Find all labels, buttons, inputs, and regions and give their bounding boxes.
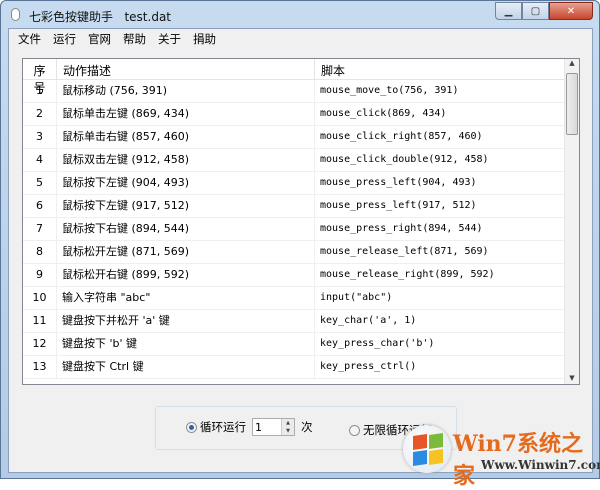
table-row[interactable]: 3 鼠标单击右键 (857, 460) mouse_click_right(857,… — [23, 125, 579, 149]
row-index: 5 — [23, 171, 57, 195]
row-index: 6 — [23, 194, 57, 218]
row-index: 7 — [23, 217, 57, 241]
row-description: 鼠标按下左键 (904, 493) — [57, 171, 315, 195]
loop-count-stepper[interactable]: ▲▼ — [252, 418, 295, 436]
scroll-thumb[interactable] — [566, 73, 578, 135]
table-row[interactable]: 5 鼠标按下左键 (904, 493) mouse_press_left(904, … — [23, 171, 579, 195]
minimize-button[interactable]: ▁ — [495, 2, 522, 20]
row-description: 鼠标单击右键 (857, 460) — [57, 125, 315, 149]
row-script: key_char('a', 1) — [315, 309, 566, 333]
row-description: 键盘按下 'b' 键 — [57, 332, 315, 356]
spin-up-icon[interactable]: ▲ — [282, 419, 294, 427]
menu-website[interactable]: 官网 — [82, 29, 117, 47]
row-description: 鼠标移动 (756, 391) — [57, 79, 315, 103]
table-header: 序号 动作描述 脚本 — [23, 59, 579, 95]
app-name: 七彩色按键助手 — [29, 10, 114, 24]
row-index: 3 — [23, 125, 57, 149]
row-description: 键盘按下 Ctrl 键 — [57, 355, 315, 379]
loop-label: 循环运行 — [200, 420, 246, 434]
row-script: key_press_char('b') — [315, 332, 566, 356]
menu-donate[interactable]: 捐助 — [187, 29, 222, 47]
row-index: 12 — [23, 332, 57, 356]
row-description: 鼠标单击左键 (869, 434) — [57, 102, 315, 126]
row-description: 鼠标按下右键 (894, 544) — [57, 217, 315, 241]
table-row[interactable]: 12 键盘按下 'b' 键 key_press_char('b') — [23, 332, 579, 356]
radio-unselected-icon[interactable] — [349, 424, 360, 436]
row-index: 8 — [23, 240, 57, 264]
row-index: 1 — [23, 79, 57, 103]
menu-about[interactable]: 关于 — [152, 29, 187, 47]
action-list[interactable]: 序号 动作描述 脚本 1 鼠标移动 (756, 391) mouse_move_to… — [22, 58, 580, 385]
table-row[interactable]: 10 输入字符串 "abc" input("abc") — [23, 286, 579, 310]
row-script: mouse_click_right(857, 460) — [315, 125, 566, 149]
watermark-logo: Win7系统之家 Www.Winwin7.com — [403, 420, 600, 489]
row-script: mouse_release_right(899, 592) — [315, 263, 566, 287]
row-script: mouse_press_left(904, 493) — [315, 171, 566, 195]
table-row[interactable]: 1 鼠标移动 (756, 391) mouse_move_to(756, 391) — [23, 79, 579, 103]
maximize-button[interactable]: ▢ — [522, 2, 549, 20]
table-row[interactable]: 9 鼠标松开右键 (899, 592) mouse_release_right(89… — [23, 263, 579, 287]
close-button[interactable]: ✕ — [549, 2, 593, 20]
loop-radio[interactable]: 循环运行 ▲▼ 次 — [186, 418, 313, 436]
scroll-down-icon[interactable]: ▼ — [565, 374, 579, 382]
table-row[interactable]: 11 键盘按下并松开 'a' 键 key_char('a', 1) — [23, 309, 579, 333]
menu-run[interactable]: 运行 — [47, 29, 82, 47]
row-index: 13 — [23, 355, 57, 379]
row-script: input("abc") — [315, 286, 566, 310]
row-description: 键盘按下并松开 'a' 键 — [57, 309, 315, 333]
table-row[interactable]: 13 键盘按下 Ctrl 键 key_press_ctrl() — [23, 355, 579, 379]
file-name: test.dat — [124, 10, 172, 24]
table-row[interactable]: 8 鼠标松开左键 (871, 569) mouse_release_left(871… — [23, 240, 579, 264]
spin-down-icon[interactable]: ▼ — [282, 427, 294, 435]
menu-bar: 文件 运行 官网 帮助 关于 捐助 — [9, 29, 592, 47]
table-row[interactable]: 7 鼠标按下右键 (894, 544) mouse_press_right(894,… — [23, 217, 579, 241]
row-script: mouse_press_right(894, 544) — [315, 217, 566, 241]
scroll-up-icon[interactable]: ▲ — [565, 59, 579, 67]
radio-selected-icon[interactable] — [186, 421, 197, 433]
row-description: 鼠标双击左键 (912, 458) — [57, 148, 315, 172]
menu-help[interactable]: 帮助 — [117, 29, 152, 47]
app-window: 七彩色按键助手 test.dat ▁ ▢ ✕ 文件 运行 官网 帮助 关于 捐助… — [0, 0, 600, 479]
menu-file[interactable]: 文件 — [12, 29, 47, 47]
row-description: 鼠标松开左键 (871, 569) — [57, 240, 315, 264]
row-script: mouse_move_to(756, 391) — [315, 79, 566, 103]
row-index: 10 — [23, 286, 57, 310]
times-label: 次 — [301, 420, 313, 434]
row-index: 11 — [23, 309, 57, 333]
loop-count-input[interactable] — [253, 419, 281, 435]
row-script: key_press_ctrl() — [315, 355, 566, 379]
row-script: mouse_click_double(912, 458) — [315, 148, 566, 172]
header-description[interactable]: 动作描述 — [57, 59, 315, 79]
row-index: 4 — [23, 148, 57, 172]
header-script[interactable]: 脚本 — [315, 59, 566, 79]
header-index[interactable]: 序号 — [23, 59, 57, 95]
vertical-scrollbar[interactable]: ▲ ▼ — [564, 59, 579, 384]
row-index: 2 — [23, 102, 57, 126]
client-area: 文件 运行 官网 帮助 关于 捐助 序号 动作描述 脚本 1 鼠标移动 (756,… — [8, 28, 593, 473]
row-script: mouse_click(869, 434) — [315, 102, 566, 126]
row-description: 鼠标松开右键 (899, 592) — [57, 263, 315, 287]
table-row[interactable]: 4 鼠标双击左键 (912, 458) mouse_click_double(912… — [23, 148, 579, 172]
title-bar[interactable]: 七彩色按键助手 test.dat ▁ ▢ ✕ — [1, 1, 599, 28]
window-title: 七彩色按键助手 test.dat — [29, 8, 171, 25]
row-script: mouse_release_left(871, 569) — [315, 240, 566, 264]
windows-logo-icon — [403, 425, 451, 473]
row-index: 9 — [23, 263, 57, 287]
table-row[interactable]: 6 鼠标按下左键 (917, 512) mouse_press_left(917, … — [23, 194, 579, 218]
row-description: 鼠标按下左键 (917, 512) — [57, 194, 315, 218]
row-script: mouse_press_left(917, 512) — [315, 194, 566, 218]
watermark-url: Www.Winwin7.com — [481, 458, 600, 472]
row-description: 输入字符串 "abc" — [57, 286, 315, 310]
mouse-icon — [11, 8, 20, 21]
table-row[interactable]: 2 鼠标单击左键 (869, 434) mouse_click(869, 434) — [23, 102, 579, 126]
